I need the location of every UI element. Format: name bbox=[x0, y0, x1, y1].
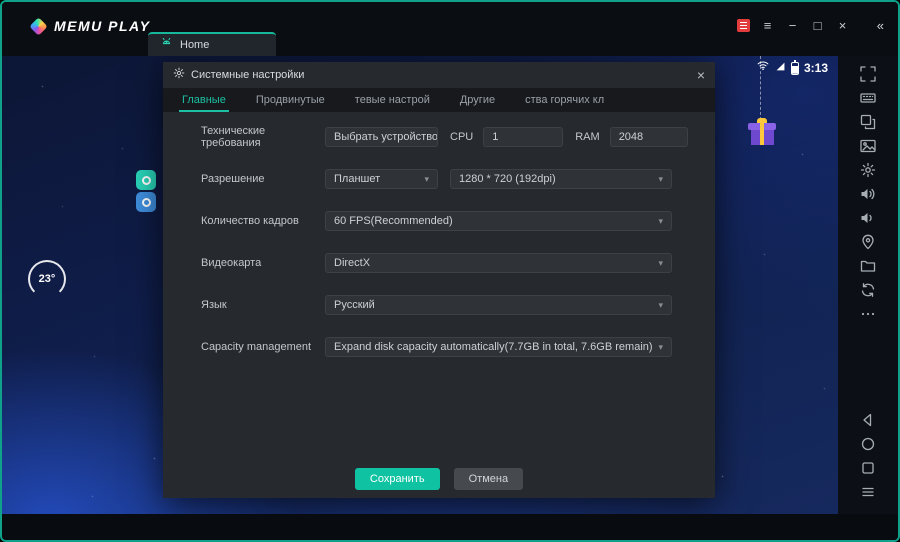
resolution-value-dropdown[interactable]: 1280 * 720 (192dpi) ▾ bbox=[450, 169, 672, 189]
chevron-down-icon: ▾ bbox=[658, 216, 663, 227]
dialog-buttons: Сохранить Отмена bbox=[163, 468, 715, 490]
emulator-screen: 3:13 23° Системные настройки bbox=[2, 56, 838, 514]
wifi-icon bbox=[756, 59, 770, 77]
device-dropdown[interactable]: Выбрать устройство ▾ bbox=[325, 127, 438, 147]
menu-icon[interactable] bbox=[860, 484, 876, 500]
location-icon[interactable] bbox=[860, 234, 876, 250]
gear-icon bbox=[173, 66, 185, 84]
emulator-window: MEMU PLAY Home ≡ − □ × « bbox=[0, 0, 900, 542]
menu-button[interactable]: ≡ bbox=[760, 18, 775, 33]
language-dropdown[interactable]: Русский ▾ bbox=[325, 295, 672, 315]
recents-icon[interactable] bbox=[860, 460, 876, 476]
row-capacity: Capacity management Expand disk capacity… bbox=[201, 337, 715, 357]
app-logo: MEMU PLAY bbox=[32, 18, 150, 34]
gpu-dropdown[interactable]: DirectX ▾ bbox=[325, 253, 672, 273]
dialog-tab-Продвинутые[interactable]: Продвинутые bbox=[241, 88, 340, 112]
status-time: 3:13 bbox=[804, 61, 828, 75]
back-icon[interactable] bbox=[860, 412, 876, 428]
wallpaper-stars bbox=[2, 56, 3, 57]
chevron-down-icon: ▾ bbox=[658, 300, 663, 311]
dialog-title: Системные настройки bbox=[191, 69, 304, 81]
row-resolution: Разрешение Планшет ▾ 1280 * 720 (192dpi)… bbox=[201, 169, 715, 189]
row-fps: Количество кадров 60 FPS(Recommended) ▾ bbox=[201, 211, 715, 231]
fps-dropdown[interactable]: 60 FPS(Recommended) ▾ bbox=[325, 211, 672, 231]
chevron-down-icon: ▾ bbox=[658, 174, 663, 185]
logo-text: MEMU PLAY bbox=[54, 18, 150, 34]
capacity-label: Capacity management bbox=[201, 341, 325, 353]
cpu-label: CPU bbox=[450, 131, 473, 143]
gift-box-icon[interactable] bbox=[748, 118, 776, 145]
resolution-label: Разрешение bbox=[201, 173, 325, 185]
sidebar-top-icons bbox=[860, 62, 876, 326]
android-icon bbox=[160, 36, 173, 54]
collapse-sidebar-button[interactable]: « bbox=[877, 18, 884, 33]
dialog-tab-ства горячих кл[interactable]: ства горячих кл bbox=[510, 88, 619, 112]
app-shortcut-1[interactable] bbox=[136, 170, 156, 190]
battery-icon bbox=[791, 62, 799, 75]
titlebar: MEMU PLAY Home ≡ − □ × « bbox=[2, 2, 898, 56]
dialog-tab-Другие[interactable]: Другие bbox=[445, 88, 510, 112]
cancel-button[interactable]: Отмена bbox=[454, 468, 523, 490]
row-language: Язык Русский ▾ bbox=[201, 295, 715, 315]
dialog-header: Системные настройки × bbox=[163, 62, 715, 88]
more-icon[interactable] bbox=[860, 306, 876, 322]
ram-label: RAM bbox=[575, 131, 599, 143]
weather-widget[interactable]: 23° bbox=[28, 260, 66, 298]
weather-temp: 23° bbox=[39, 273, 56, 285]
tab-home-label: Home bbox=[180, 39, 209, 51]
signal-icon bbox=[775, 59, 786, 77]
close-button[interactable]: × bbox=[835, 18, 850, 33]
screenshot-icon[interactable] bbox=[860, 138, 876, 154]
volume-down-icon[interactable] bbox=[860, 210, 876, 226]
dialog-tab-тевые настрой[interactable]: тевые настрой bbox=[340, 88, 445, 112]
system-settings-dialog: Системные настройки × ГлавныеПродвинутые… bbox=[163, 62, 715, 498]
minimize-button[interactable]: − bbox=[785, 18, 800, 33]
keyboard-icon[interactable] bbox=[860, 90, 876, 106]
bottom-bar bbox=[2, 514, 898, 540]
fullscreen-icon[interactable] bbox=[860, 66, 876, 82]
volume-up-icon[interactable] bbox=[860, 186, 876, 202]
ram-input[interactable]: 2048 bbox=[610, 127, 688, 147]
guide-icon[interactable] bbox=[737, 19, 750, 32]
row-gpu: Видеокарта DirectX ▾ bbox=[201, 253, 715, 273]
tool-sidebar bbox=[838, 56, 898, 514]
dialog-tab-Главные[interactable]: Главные bbox=[167, 88, 241, 112]
home-circle-icon[interactable] bbox=[860, 436, 876, 452]
fps-label: Количество кадров bbox=[201, 215, 325, 227]
settings-icon[interactable] bbox=[860, 162, 876, 178]
resolution-type-dropdown[interactable]: Планшет ▾ bbox=[325, 169, 438, 189]
cpu-input[interactable]: 1 bbox=[483, 127, 563, 147]
window-controls: ≡ − □ × bbox=[737, 18, 850, 33]
requirements-label: Технические требования bbox=[201, 125, 325, 149]
android-statusbar: 3:13 bbox=[756, 59, 828, 77]
gpu-label: Видеокарта bbox=[201, 257, 325, 269]
save-button[interactable]: Сохранить bbox=[355, 468, 440, 490]
app-shortcut-2[interactable] bbox=[136, 192, 156, 212]
dialog-tabs: ГлавныеПродвинутыетевые настройДругиеств… bbox=[163, 88, 715, 112]
chevron-down-icon: ▾ bbox=[659, 342, 664, 353]
row-requirements: Технические требования Выбрать устройств… bbox=[201, 127, 715, 147]
rotate-icon[interactable] bbox=[860, 282, 876, 298]
dialog-body: Технические требования Выбрать устройств… bbox=[163, 112, 715, 498]
tab-home[interactable]: Home bbox=[148, 32, 276, 56]
shared-folder-icon[interactable] bbox=[860, 258, 876, 274]
capacity-dropdown[interactable]: Expand disk capacity automatically(7.7GB… bbox=[325, 337, 672, 357]
multi-window-icon[interactable] bbox=[860, 114, 876, 130]
logo-diamond-icon bbox=[29, 17, 47, 35]
gift-string bbox=[760, 56, 761, 120]
maximize-button[interactable]: □ bbox=[810, 18, 825, 33]
chevron-down-icon: ▾ bbox=[658, 258, 663, 269]
chevron-down-icon: ▾ bbox=[424, 174, 429, 185]
sidebar-bottom-icons bbox=[860, 408, 876, 504]
language-label: Язык bbox=[201, 299, 325, 311]
dialog-close-icon[interactable]: × bbox=[697, 68, 705, 82]
